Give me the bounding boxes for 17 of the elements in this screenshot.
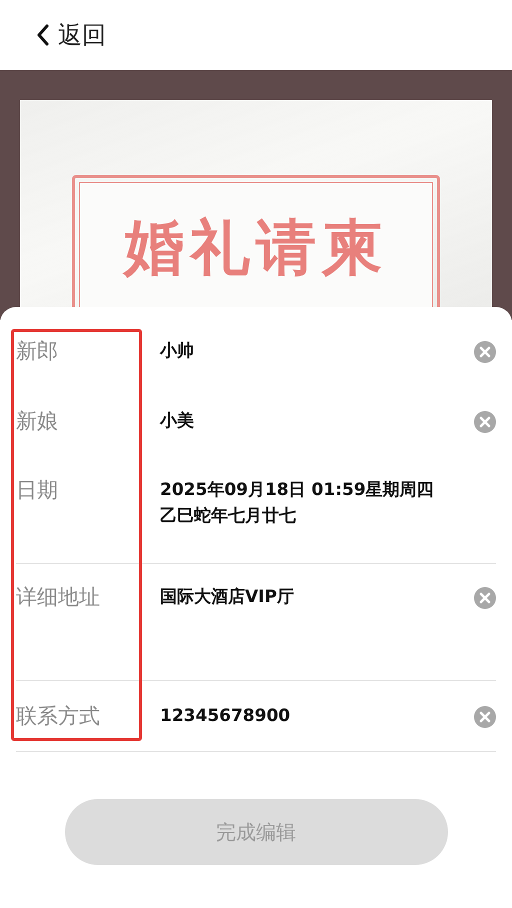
clear-icon[interactable]	[474, 587, 496, 609]
field-label: 联系方式	[16, 703, 101, 730]
input-field[interactable]: 小美	[160, 406, 474, 434]
input-field[interactable]: 12345678900	[160, 701, 474, 729]
invitation-title: 婚礼请柬	[124, 213, 388, 283]
back-icon	[36, 24, 50, 46]
back-button[interactable]: 返回	[36, 17, 106, 53]
field-label: 详细地址	[16, 584, 101, 611]
field-label: 新郎	[16, 338, 59, 365]
field-label: 新娘	[16, 408, 59, 435]
clear-icon[interactable]	[474, 706, 496, 728]
input-field[interactable]: 2025年09月18日 01:59星期周四 乙巳蛇年七月廿七	[160, 475, 496, 529]
clear-icon[interactable]	[474, 411, 496, 433]
input-field[interactable]: 小帅	[160, 336, 474, 364]
input-field[interactable]: 国际大酒店VIP厅	[160, 582, 474, 610]
field-label: 日期	[16, 477, 59, 504]
clear-icon[interactable]	[474, 341, 496, 363]
